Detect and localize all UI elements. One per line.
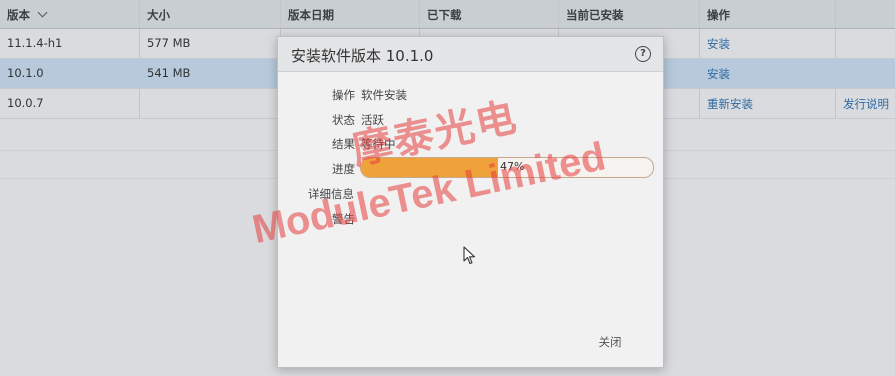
version-cell: 10.1.0 [0, 59, 140, 88]
notes-cell [836, 59, 895, 88]
notes-cell [836, 29, 895, 58]
operation-value: 软件安装 [361, 88, 407, 102]
progress-label: 进度 [332, 162, 355, 176]
version-cell: 11.1.4-h1 [0, 29, 140, 58]
size-cell: 577 MB [140, 29, 281, 58]
column-header-version-label: 版本 [7, 8, 30, 22]
release-notes-link[interactable]: 发行说明 [836, 89, 895, 118]
column-header-size[interactable]: 大小 [140, 0, 281, 28]
install-link[interactable]: 安装 [700, 29, 836, 58]
size-cell [140, 89, 281, 118]
chevron-down-icon[interactable] [37, 7, 48, 18]
size-cell: 541 MB [140, 59, 281, 88]
dialog-header: 安装软件版本 10.1.0 ? [278, 37, 663, 72]
column-header-release-date[interactable]: 版本日期 [281, 0, 420, 28]
install-link[interactable]: 安装 [700, 59, 836, 88]
reinstall-link[interactable]: 重新安装 [700, 89, 836, 118]
column-header-action[interactable]: 操作 [700, 0, 836, 28]
column-header-version[interactable]: 版本 [0, 0, 140, 28]
operation-row: 操作 软件安装 [332, 87, 407, 103]
mouse-cursor-icon [463, 246, 476, 265]
column-header-downloaded[interactable]: 已下载 [420, 0, 559, 28]
column-header-currently-installed[interactable]: 当前已安装 [559, 0, 700, 28]
version-cell: 10.0.7 [0, 89, 140, 118]
column-header-notes [836, 0, 895, 28]
close-button[interactable]: 关闭 [590, 331, 630, 353]
dialog-title: 安装软件版本 10.1.0 [291, 47, 434, 65]
operation-label: 操作 [332, 88, 355, 102]
table-header-row: 版本 大小 版本日期 已下载 当前已安装 操作 [0, 0, 895, 29]
help-icon[interactable]: ? [635, 46, 651, 62]
